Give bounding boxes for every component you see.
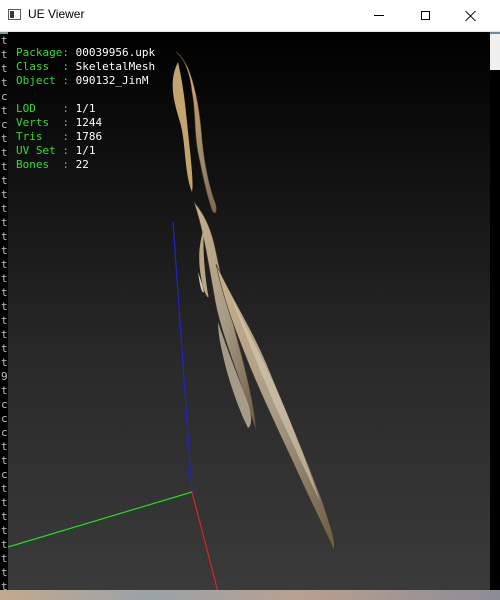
info-value: SkeletalMesh	[75, 60, 156, 73]
info-value: 090132_JinM	[75, 74, 149, 87]
info-value: 1/1	[75, 144, 96, 157]
info-label: Package:	[16, 46, 76, 59]
info-label: UV Set :	[16, 144, 76, 157]
window-title: UE Viewer	[28, 7, 85, 21]
maximize-icon	[420, 11, 430, 20]
info-label: Bones :	[16, 158, 76, 171]
close-button[interactable]	[448, 0, 494, 31]
info-label: Tris :	[16, 130, 76, 143]
mesh-info-panel: Package: 00039956.upk Class : SkeletalMes…	[16, 46, 155, 172]
package-info-group: Package: 00039956.upk Class : SkeletalMes…	[16, 46, 155, 88]
info-row: Verts : 1244	[16, 116, 155, 130]
info-row: Bones : 22	[16, 158, 155, 172]
minimize-icon	[374, 15, 384, 16]
maximize-button[interactable]	[402, 0, 448, 31]
desktop-background-bottom	[0, 590, 500, 600]
mesh-stats-group: LOD : 1/1 Verts : 1244 Tris : 1786 UV Set :…	[16, 102, 155, 172]
info-row: LOD : 1/1	[16, 102, 155, 116]
app-window-icon	[8, 9, 21, 20]
y-axis-line	[8, 491, 193, 548]
3d-viewport[interactable]: Package: 00039956.upk Class : SkeletalMes…	[8, 32, 490, 590]
z-axis-line	[172, 221, 193, 493]
info-value: 22	[75, 158, 89, 171]
minimize-button[interactable]	[356, 0, 402, 31]
info-label: LOD :	[16, 102, 76, 115]
ue-viewer-window[interactable]: UE Viewer Package: 00039956.upk Class: …	[0, 0, 500, 590]
skeletal-mesh-model	[172, 51, 335, 551]
info-label: Class :	[16, 60, 76, 73]
info-value: 00039956.upk	[75, 46, 156, 59]
info-row: Class : SkeletalMesh	[16, 60, 155, 74]
info-value: 1/1	[75, 102, 96, 115]
title-bar[interactable]: UE Viewer	[0, 0, 500, 32]
info-row: Package: 00039956.upk	[16, 46, 155, 60]
info-row: UV Set : 1/1	[16, 144, 155, 158]
info-row: Object : 090132_JinM	[16, 74, 155, 88]
info-value: 1786	[75, 130, 103, 143]
x-axis-line	[191, 491, 219, 590]
info-label: Verts :	[16, 116, 76, 129]
close-icon	[465, 10, 477, 22]
info-value: 1244	[75, 116, 103, 129]
info-row: Tris : 1786	[16, 130, 155, 144]
info-label: Object :	[16, 74, 76, 87]
